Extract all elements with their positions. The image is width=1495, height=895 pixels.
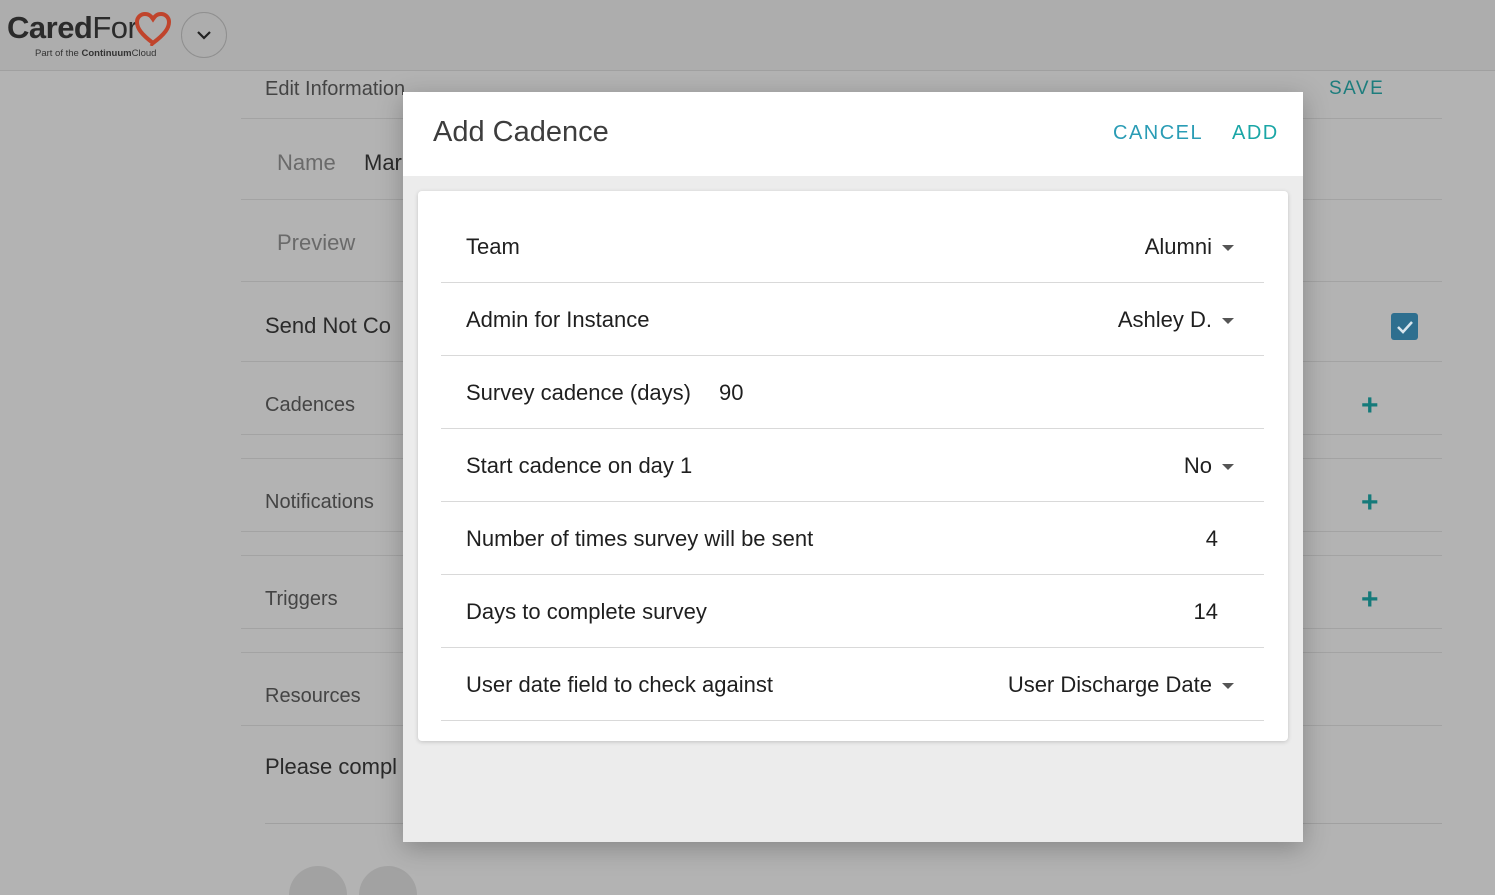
team-value: Alumni xyxy=(1144,234,1212,259)
link-button[interactable] xyxy=(359,866,417,895)
times-sent-row: Number of times survey will be sent 4 xyxy=(441,502,1264,575)
caredfor-logo[interactable]: CaredFor Part of the ContinuumCloud xyxy=(7,10,171,59)
days-complete-input[interactable]: 14 xyxy=(1194,575,1218,648)
resources-text[interactable]: Please compl xyxy=(265,754,397,780)
dialog-title: Add Cadence xyxy=(433,116,609,148)
notifications-title: Notifications xyxy=(265,491,374,513)
days-complete-label: Days to complete survey xyxy=(466,599,707,624)
team-row: Team Alumni xyxy=(441,210,1264,283)
start-day1-row: Start cadence on day 1 No xyxy=(441,429,1264,502)
caret-down-icon xyxy=(1222,245,1234,251)
date-field-row: User date field to check against User Di… xyxy=(441,648,1264,721)
save-button[interactable]: SAVE xyxy=(1329,78,1384,100)
admin-row: Admin for Instance Ashley D. xyxy=(441,283,1264,356)
date-field-value: User Discharge Date xyxy=(1007,672,1212,697)
start-day1-label: Start cadence on day 1 xyxy=(466,453,693,478)
add-cadence-dialog: Add Cadence CANCEL ADD Team Alumni Admin… xyxy=(403,92,1303,842)
triggers-title: Triggers xyxy=(265,588,338,610)
date-field-label: User date field to check against xyxy=(466,672,773,697)
admin-value: Ashley D. xyxy=(1117,307,1212,332)
send-label: Send Not Co xyxy=(265,313,391,338)
heart-icon xyxy=(135,12,171,46)
add-notification-plus-icon[interactable]: + xyxy=(1361,488,1379,518)
admin-select[interactable]: Ashley D. xyxy=(1118,283,1234,356)
edit-info-title: Edit Information xyxy=(265,78,406,100)
admin-label: Admin for Instance xyxy=(466,307,650,332)
survey-cadence-row: Survey cadence (days) 90 xyxy=(441,356,1264,429)
times-sent-input[interactable]: 4 xyxy=(1206,502,1218,575)
add-button[interactable]: ADD xyxy=(1232,122,1279,145)
name-label: Name xyxy=(277,150,336,175)
caret-down-icon xyxy=(1222,464,1234,470)
name-value[interactable]: Mar xyxy=(364,150,402,176)
preview-label: Preview xyxy=(277,230,356,255)
team-label: Team xyxy=(466,234,520,259)
add-trigger-plus-icon[interactable]: + xyxy=(1361,585,1379,615)
checkmark-icon xyxy=(1396,320,1413,334)
days-complete-row: Days to complete survey 14 xyxy=(441,575,1264,648)
resources-title: Resources xyxy=(265,685,361,707)
caret-down-icon xyxy=(1222,318,1234,324)
cadences-title: Cadences xyxy=(265,394,356,416)
times-sent-label: Number of times survey will be sent xyxy=(466,526,814,551)
survey-cadence-input[interactable]: 90 xyxy=(719,356,743,429)
caret-down-icon xyxy=(1222,683,1234,689)
date-field-select[interactable]: User Discharge Date xyxy=(1008,648,1234,721)
cancel-button[interactable]: CANCEL xyxy=(1113,122,1203,145)
team-select[interactable]: Alumni xyxy=(1145,210,1234,283)
logo-wordmark: CaredFor xyxy=(7,10,138,45)
top-bar: CaredFor Part of the ContinuumCloud xyxy=(0,0,1495,71)
start-day1-value: No xyxy=(1183,453,1212,478)
send-checkbox[interactable] xyxy=(1391,313,1418,340)
camera-button[interactable] xyxy=(289,866,347,895)
start-day1-select[interactable]: No xyxy=(1184,429,1234,502)
cadence-form: Team Alumni Admin for Instance Ashley D.… xyxy=(418,191,1288,741)
dialog-header: Add Cadence CANCEL ADD xyxy=(403,92,1303,176)
survey-cadence-label: Survey cadence (days) xyxy=(466,380,691,405)
chevron-down-icon xyxy=(197,31,211,40)
org-switcher-button[interactable] xyxy=(181,12,227,58)
add-cadence-plus-icon[interactable]: + xyxy=(1361,391,1379,421)
logo-tagline: Part of the ContinuumCloud xyxy=(35,48,157,59)
